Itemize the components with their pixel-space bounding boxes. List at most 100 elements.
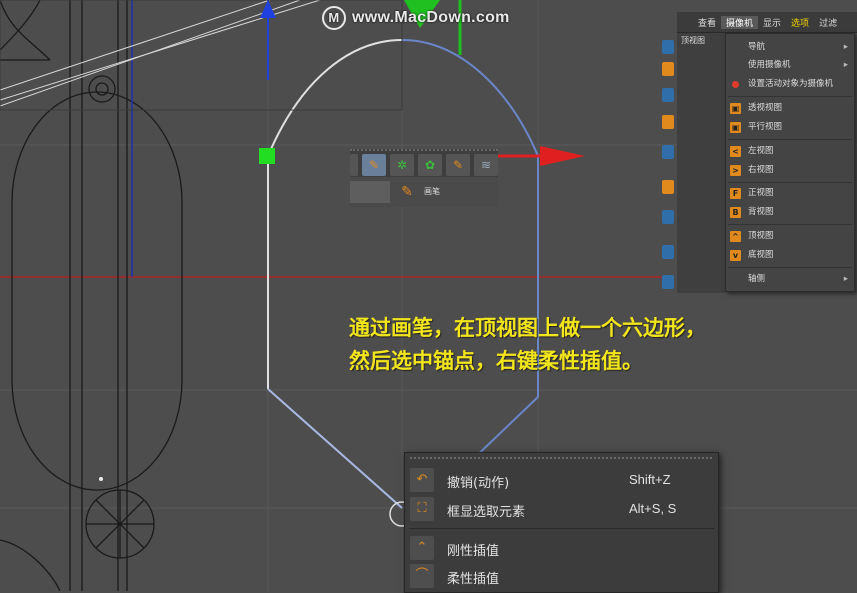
menu-item-label: 平行视图 (748, 122, 783, 132)
menu-item-set-active-camera[interactable]: 设置活动对象为摄像机 (726, 76, 854, 93)
menu-item-label: 轴侧 (748, 274, 766, 284)
menu-item-label: 背视图 (748, 207, 774, 217)
menu-item-right-view[interactable]: > 右视图 (726, 162, 854, 179)
parallel-icon: ▣ (730, 122, 741, 133)
anchor-point-selected (259, 148, 275, 164)
submenu-arrow-icon: ▸ (843, 274, 848, 284)
menu-separator (728, 182, 852, 183)
menu-item-bottom-view[interactable]: v 底视图 (726, 247, 854, 264)
smooth-tool-icon[interactable]: ✎ (446, 154, 470, 176)
menu-options[interactable]: 选项 (786, 16, 814, 29)
tool-strip (662, 40, 676, 295)
tool-edge-icon[interactable] (350, 154, 358, 176)
context-menu: ↶ 撤销(动作) Shift+Z ⛶ 框显选取元素 Alt+S, S ⌃ 刚性插… (404, 452, 719, 593)
sketch-tool-icon[interactable]: ✿ (418, 154, 442, 176)
top-view-icon: ^ (730, 231, 741, 242)
menu-view[interactable]: 查看 (693, 16, 721, 29)
menu-filter[interactable]: 过滤 (814, 16, 842, 29)
menu-display[interactable]: 显示 (758, 16, 786, 29)
menu-item-label: 导航 (748, 42, 766, 52)
right-view-icon: > (730, 165, 741, 176)
menu-item-label: 左视图 (748, 146, 774, 156)
tool-icon[interactable] (662, 180, 674, 194)
menu-item-soft-interpolation[interactable]: ⌒ 柔性插值 (405, 562, 718, 590)
shortcut-label: Alt+S, S (629, 501, 677, 516)
gizmo-x-arrow (540, 146, 585, 166)
menu-item-back-view[interactable]: B 背视图 (726, 204, 854, 221)
menu-separator (728, 139, 852, 140)
tool-icon[interactable] (662, 62, 674, 76)
wire-dot (99, 477, 103, 481)
menu-item-left-view[interactable]: < 左视图 (726, 143, 854, 160)
pen-swatch (350, 181, 390, 203)
back-view-icon: B (730, 207, 741, 218)
menu-camera[interactable]: 摄像机 (721, 15, 759, 29)
menu-item-label: 撤销(动作) (447, 476, 510, 491)
soft-interpolation-icon: ⌒ (410, 564, 434, 588)
menu-item-label: 使用摄像机 (748, 60, 791, 70)
menu-separator (728, 267, 852, 268)
caption-line-1: 通过画笔，在顶视图上做一个六边形， (349, 316, 706, 340)
menu-item-label: 顶视图 (748, 231, 774, 241)
tutorial-caption: 通过画笔，在顶视图上做一个六边形， 然后选中锚点，右键柔性插值。 (349, 312, 706, 378)
viewport-top-view[interactable]: Mwww.MacDown.com 查看 摄像机 显示 选项 过滤 顶视图 导航 ▸… (0, 0, 857, 593)
menu-item-label: 框显选取元素 (447, 505, 526, 520)
pen-tool-popup: ✎ ✲ ✿ ✎ ≋ ✎ 画笔 (350, 149, 498, 207)
menu-item-label: 刚性插值 (447, 544, 500, 559)
menu-item-label: 正视图 (748, 188, 774, 198)
tool-icon[interactable] (662, 210, 674, 224)
camera-dropdown-menu: 导航 ▸ 使用摄像机 ▸ 设置活动对象为摄像机 ▣ 透视视图 ▣ 平行视图 < 左视图 >… (725, 33, 855, 292)
tool-icon[interactable] (662, 245, 674, 259)
menu-grip[interactable] (409, 456, 713, 461)
submenu-arrow-icon: ▸ (843, 42, 848, 52)
shortcut-label: Shift+Z (629, 472, 671, 487)
menu-item-label: 设置活动对象为摄像机 (748, 79, 834, 89)
viewport-menubar: 查看 摄像机 显示 选项 过滤 (677, 12, 857, 33)
arc-tool-icon[interactable]: ≋ (474, 154, 498, 176)
menu-item-parallel[interactable]: ▣ 平行视图 (726, 119, 854, 136)
tool-icon[interactable] (662, 145, 674, 159)
menu-item-top-view[interactable]: ^ 顶视图 (726, 228, 854, 245)
wireframe-object (0, 0, 183, 591)
frame-selection-icon: ⛶ (410, 497, 434, 521)
left-view-icon: < (730, 146, 741, 157)
menu-item-label: 柔性插值 (447, 572, 500, 587)
pen-tool-row[interactable]: ✎ 画笔 (350, 177, 498, 207)
pen-icon: ✎ (401, 184, 413, 200)
menu-item-label: 右视图 (748, 165, 774, 175)
menu-item-navigation[interactable]: 导航 ▸ (726, 39, 854, 56)
front-view-icon: F (730, 188, 741, 199)
hard-interpolation-icon: ⌃ (410, 536, 434, 560)
tool-icon[interactable] (662, 275, 674, 289)
pen-tool-icon[interactable]: ✎ (362, 154, 386, 176)
viewport-name: 顶视图 (681, 36, 705, 45)
menu-separator (728, 224, 852, 225)
menu-item-undo[interactable]: ↶ 撤销(动作) Shift+Z (405, 466, 718, 494)
viewport-label-panel: 顶视图 (677, 33, 725, 293)
caption-line-2: 然后选中锚点，右键柔性插值。 (349, 349, 643, 373)
submenu-arrow-icon: ▸ (843, 60, 848, 70)
menu-item-label: 底视图 (748, 250, 774, 260)
camera-dot-icon (732, 81, 739, 88)
pen-label: 画笔 (424, 187, 440, 196)
menu-item-hard-interpolation[interactable]: ⌃ 刚性插值 (405, 534, 718, 562)
undo-icon: ↶ (410, 468, 434, 492)
tool-icon[interactable] (662, 88, 674, 102)
watermark-text: www.MacDown.com (352, 9, 510, 27)
tool-icon[interactable] (662, 115, 674, 129)
tool-icon[interactable] (662, 40, 674, 54)
macdown-logo-icon: M (322, 6, 346, 30)
spline-tool-icon[interactable]: ✲ (390, 154, 414, 176)
perspective-icon: ▣ (730, 103, 741, 114)
menu-separator (728, 96, 852, 97)
spline-tool-bar: ✎ ✲ ✿ ✎ ≋ (350, 149, 498, 179)
menu-item-frame-selected[interactable]: ⛶ 框显选取元素 Alt+S, S (405, 495, 718, 523)
watermark: Mwww.MacDown.com (322, 6, 510, 30)
menu-item-perspective[interactable]: ▣ 透视视图 (726, 100, 854, 117)
bottom-view-icon: v (730, 250, 741, 261)
menu-item-label: 透视视图 (748, 103, 783, 113)
menu-item-axonometric[interactable]: 轴侧 ▸ (726, 271, 854, 288)
menu-item-use-camera[interactable]: 使用摄像机 ▸ (726, 57, 854, 74)
menu-separator (409, 528, 714, 529)
menu-item-front-view[interactable]: F 正视图 (726, 185, 854, 202)
